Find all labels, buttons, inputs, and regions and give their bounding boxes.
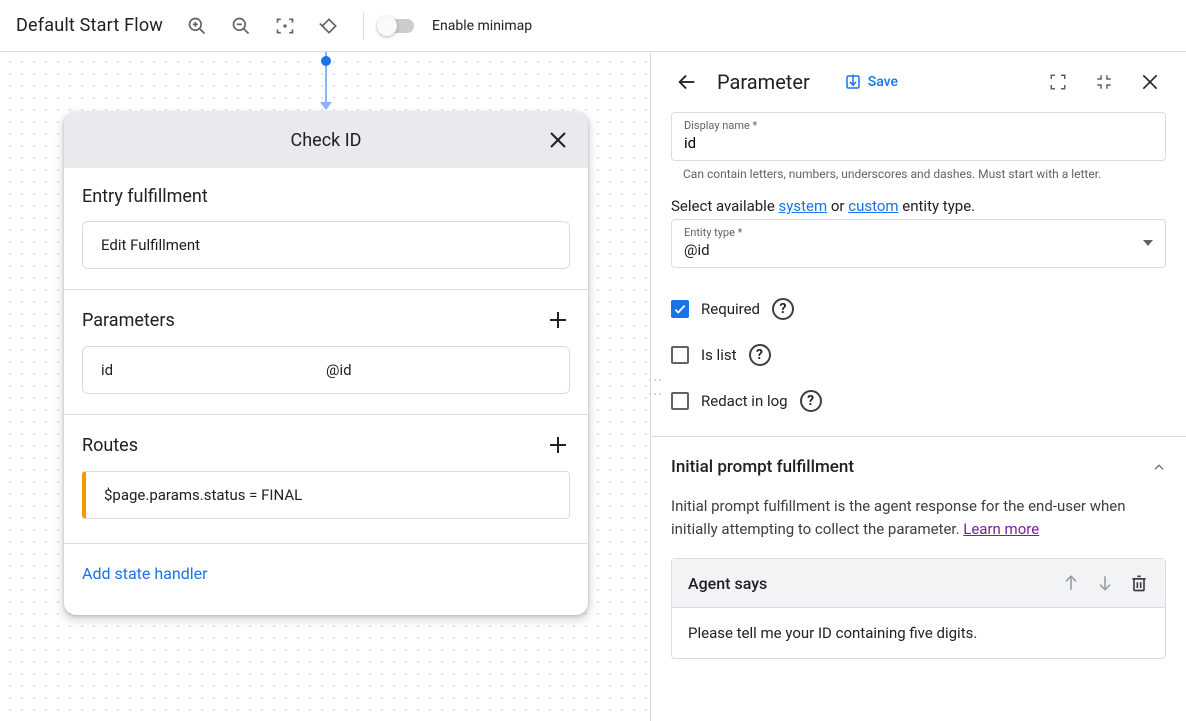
page-card: Check ID Entry fulfillment Edit Fulfillm…: [64, 112, 588, 615]
entity-or: or: [827, 197, 848, 215]
redact-label: Redact in log: [701, 392, 788, 410]
delete-icon[interactable]: [1129, 573, 1149, 593]
custom-entity-link[interactable]: custom: [848, 197, 898, 215]
redact-help-icon[interactable]: ?: [800, 390, 822, 412]
required-label: Required: [701, 300, 760, 318]
ipf-header[interactable]: Initial prompt fulfillment: [671, 437, 1166, 495]
edit-fulfillment-label: Edit Fulfillment: [101, 236, 200, 254]
back-icon[interactable]: [671, 66, 703, 98]
card-header: Check ID: [64, 112, 588, 168]
entity-type-sentence: Select available system or custom entity…: [671, 197, 1166, 215]
islist-label: Is list: [701, 346, 737, 364]
panel-resize-handle[interactable]: ⋮⋮: [647, 373, 663, 401]
ipf-title: Initial prompt fulfillment: [671, 457, 1152, 477]
entity-type-label: Entity type *: [684, 226, 1143, 239]
parameter-panel: ⋮⋮ Parameter Save Display name: [650, 52, 1186, 721]
required-row: Required ?: [671, 298, 1166, 320]
parameter-type: @id: [326, 361, 551, 379]
route-condition: $page.params.status = FINAL: [104, 486, 302, 504]
parameter-row[interactable]: id @id: [82, 346, 570, 394]
redact-row: Redact in log ?: [671, 390, 1166, 412]
display-name-field[interactable]: Display name *: [671, 112, 1166, 161]
agent-says-box: Agent says Please tell me your ID contai…: [671, 558, 1166, 659]
minimap-toggle[interactable]: [380, 19, 414, 33]
toolbar-divider: [363, 12, 364, 40]
entity-post: entity type.: [899, 197, 976, 215]
entry-fulfillment-title: Entry fulfillment: [82, 186, 570, 207]
close-icon[interactable]: [546, 128, 570, 152]
collapse-icon[interactable]: [1088, 66, 1120, 98]
islist-checkbox[interactable]: [671, 346, 689, 364]
required-checkbox[interactable]: [671, 300, 689, 318]
routes-title: Routes: [82, 435, 546, 456]
agent-says-header: Agent says: [672, 559, 1165, 608]
ipf-learn-more-link[interactable]: Learn more: [963, 520, 1039, 538]
agent-says-text[interactable]: Please tell me your ID containing five d…: [672, 608, 1165, 658]
card-title: Check ID: [106, 130, 546, 151]
rotate-icon[interactable]: [311, 8, 347, 44]
parameters-section: Parameters id @id: [64, 290, 588, 415]
flow-canvas[interactable]: Check ID Entry fulfillment Edit Fulfillm…: [0, 52, 650, 721]
add-route-icon[interactable]: [546, 433, 570, 457]
panel-title: Parameter: [717, 70, 810, 94]
entity-pre: Select available: [671, 197, 779, 215]
fullscreen-icon[interactable]: [1042, 66, 1074, 98]
dropdown-arrow-icon: [1143, 240, 1153, 246]
close-panel-icon[interactable]: [1134, 66, 1166, 98]
add-state-handler-link[interactable]: Add state handler: [82, 554, 208, 597]
ipf-desc-pre: Initial prompt fulfillment is the agent …: [671, 497, 1126, 538]
edit-fulfillment-button[interactable]: Edit Fulfillment: [82, 221, 570, 269]
zoom-out-icon[interactable]: [223, 8, 259, 44]
add-parameter-icon[interactable]: [546, 308, 570, 332]
main-area: Check ID Entry fulfillment Edit Fulfillm…: [0, 52, 1186, 721]
top-toolbar: Default Start Flow Enable minimap: [0, 0, 1186, 52]
system-entity-link[interactable]: system: [779, 197, 828, 215]
islist-row: Is list ?: [671, 344, 1166, 366]
node-connector: [325, 52, 327, 112]
entry-fulfillment-section: Entry fulfillment Edit Fulfillment: [64, 168, 588, 290]
redact-checkbox[interactable]: [671, 392, 689, 410]
entity-type-value: @id: [684, 239, 1143, 259]
chevron-up-icon: [1152, 460, 1166, 474]
parameters-title: Parameters: [82, 310, 546, 331]
required-help-icon[interactable]: ?: [772, 298, 794, 320]
move-down-icon[interactable]: [1095, 573, 1115, 593]
minimap-label: Enable minimap: [432, 18, 532, 34]
save-label: Save: [868, 74, 898, 90]
display-name-label: Display name *: [684, 119, 1153, 132]
entity-type-select[interactable]: Entity type * @id: [671, 219, 1166, 268]
flow-title: Default Start Flow: [16, 15, 163, 36]
parameter-name: id: [101, 361, 326, 379]
panel-body: Display name * Can contain letters, numb…: [651, 112, 1186, 721]
save-button[interactable]: Save: [844, 73, 898, 91]
agent-says-title: Agent says: [688, 574, 1047, 593]
route-row[interactable]: $page.params.status = FINAL: [82, 471, 570, 519]
islist-help-icon[interactable]: ?: [749, 344, 771, 366]
display-name-input[interactable]: [684, 132, 1153, 152]
display-name-helper: Can contain letters, numbers, underscore…: [683, 167, 1166, 181]
ipf-description: Initial prompt fulfillment is the agent …: [671, 495, 1166, 540]
routes-section: Routes $page.params.status = FINAL: [64, 415, 588, 544]
zoom-in-icon[interactable]: [179, 8, 215, 44]
panel-header: Parameter Save: [651, 52, 1186, 112]
fit-view-icon[interactable]: [267, 8, 303, 44]
move-up-icon[interactable]: [1061, 573, 1081, 593]
